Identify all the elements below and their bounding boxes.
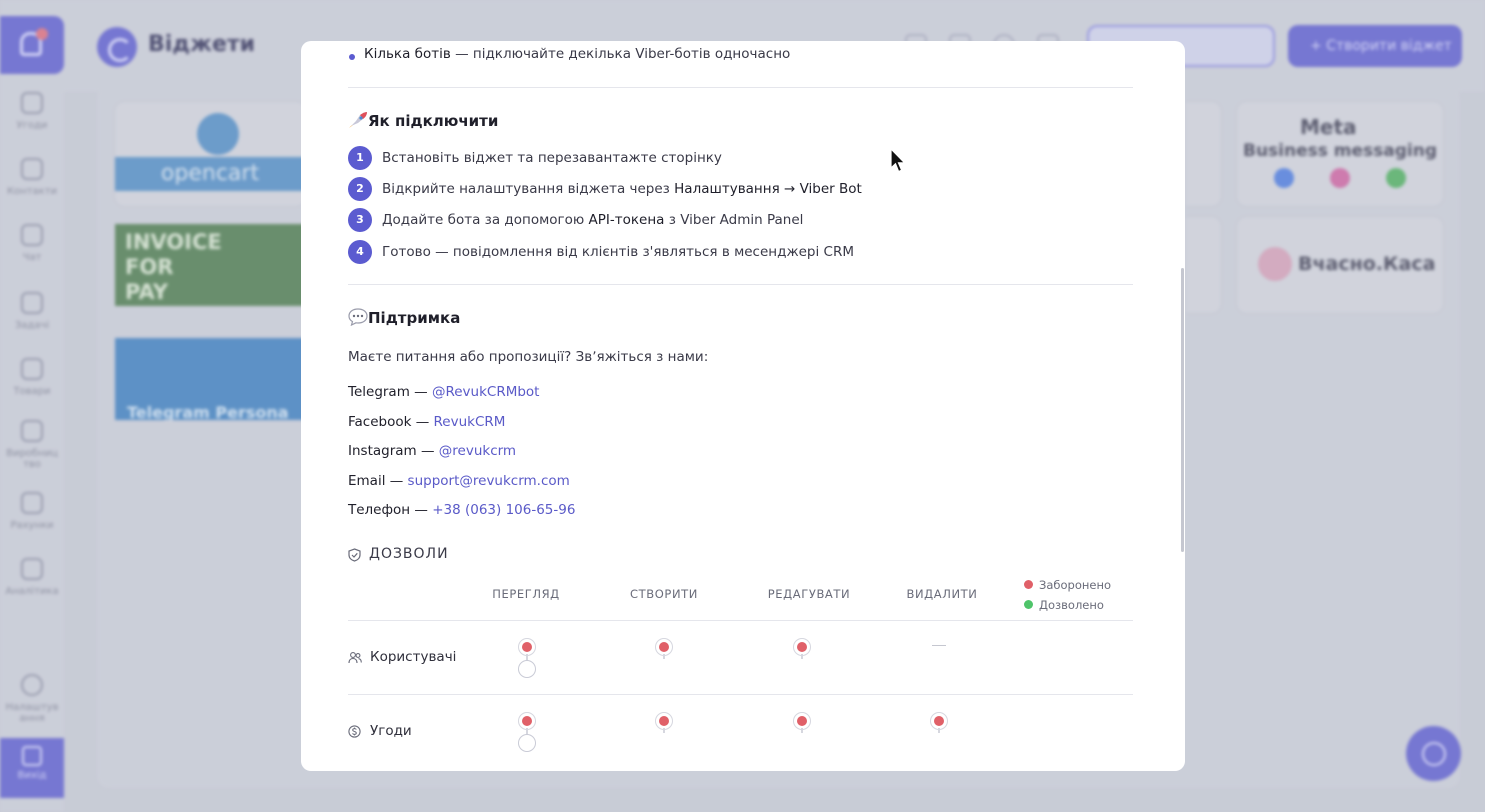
divider: [348, 87, 1133, 88]
instagram-link[interactable]: @revukcrm: [439, 443, 516, 459]
row-label-deals: Угоди: [370, 723, 412, 739]
contact-phone: Телефон — +38 (063) 106-65-96: [348, 502, 576, 518]
toggle-users-view[interactable]: [517, 638, 537, 682]
speech-bubble-icon: [348, 308, 368, 326]
toggle-deals-edit[interactable]: [792, 712, 812, 736]
bullet-dot: [349, 54, 355, 60]
step-1-text: Встановіть віджет та перезавантажте стор…: [382, 150, 722, 166]
modal-scrollbar[interactable]: [1181, 268, 1184, 552]
support-title: Підтримка: [348, 308, 460, 327]
divider: [348, 694, 1133, 695]
users-delete-na: [932, 645, 946, 646]
step-number: 4: [348, 240, 372, 264]
toggle-users-edit[interactable]: [792, 638, 812, 662]
column-view: ПЕРЕГЛЯД: [492, 587, 560, 601]
denied-dot: [1024, 580, 1033, 589]
users-icon: [348, 652, 362, 664]
contact-email: Email — support@revukcrm.com: [348, 473, 570, 489]
allowed-dot: [1024, 600, 1033, 609]
telegram-link[interactable]: @RevukCRMbot: [432, 384, 540, 400]
how-to-title: Як підключити: [348, 111, 498, 130]
divider: [348, 620, 1133, 621]
toggle-users-create[interactable]: [654, 638, 674, 662]
divider: [348, 284, 1133, 285]
toggle-deals-delete[interactable]: [929, 712, 949, 736]
support-intro: Маєте питання або пропозиції? Звʼяжіться…: [348, 349, 709, 365]
legend-denied: Заборонено: [1024, 578, 1111, 592]
contact-telegram: Telegram — @RevukCRMbot: [348, 384, 540, 400]
toggle-deals-create[interactable]: [654, 712, 674, 736]
step-number: 3: [348, 208, 372, 232]
step-4-text: Готово — повідомлення від клієнтів з'явл…: [382, 244, 854, 260]
permissions-title: ДОЗВОЛИ: [369, 546, 449, 562]
toggle-deals-view[interactable]: [517, 712, 537, 756]
phone-link[interactable]: +38 (063) 106-65-96: [432, 502, 575, 518]
deals-dollar-icon: [348, 725, 361, 738]
email-link[interactable]: support@revukcrm.com: [408, 473, 570, 489]
column-edit: РЕДАГУВАТИ: [767, 587, 851, 601]
shield-check-icon: [348, 548, 361, 562]
mouse-cursor-icon: [890, 148, 907, 173]
step-number: 2: [348, 177, 372, 201]
feature-multiple-bots: Кілька ботів — підключайте декілька Vibe…: [364, 46, 791, 62]
column-delete: ВИДАЛИТИ: [906, 587, 978, 601]
contact-facebook: Facebook — RevukCRM: [348, 414, 506, 430]
row-label-users: Користувачі: [370, 649, 457, 665]
column-create: СТВОРИТИ: [630, 587, 698, 601]
step-3-text: Додайте бота за допомогою API-токена з V…: [382, 212, 804, 228]
step-number: 1: [348, 146, 372, 170]
contact-instagram: Instagram — @revukcrm: [348, 443, 517, 459]
rocket-icon: [349, 112, 367, 128]
facebook-link[interactable]: RevukCRM: [434, 414, 506, 430]
step-2-text: Відкрийте налаштування віджета через Нал…: [382, 181, 862, 197]
legend-allowed: Дозволено: [1024, 598, 1104, 612]
